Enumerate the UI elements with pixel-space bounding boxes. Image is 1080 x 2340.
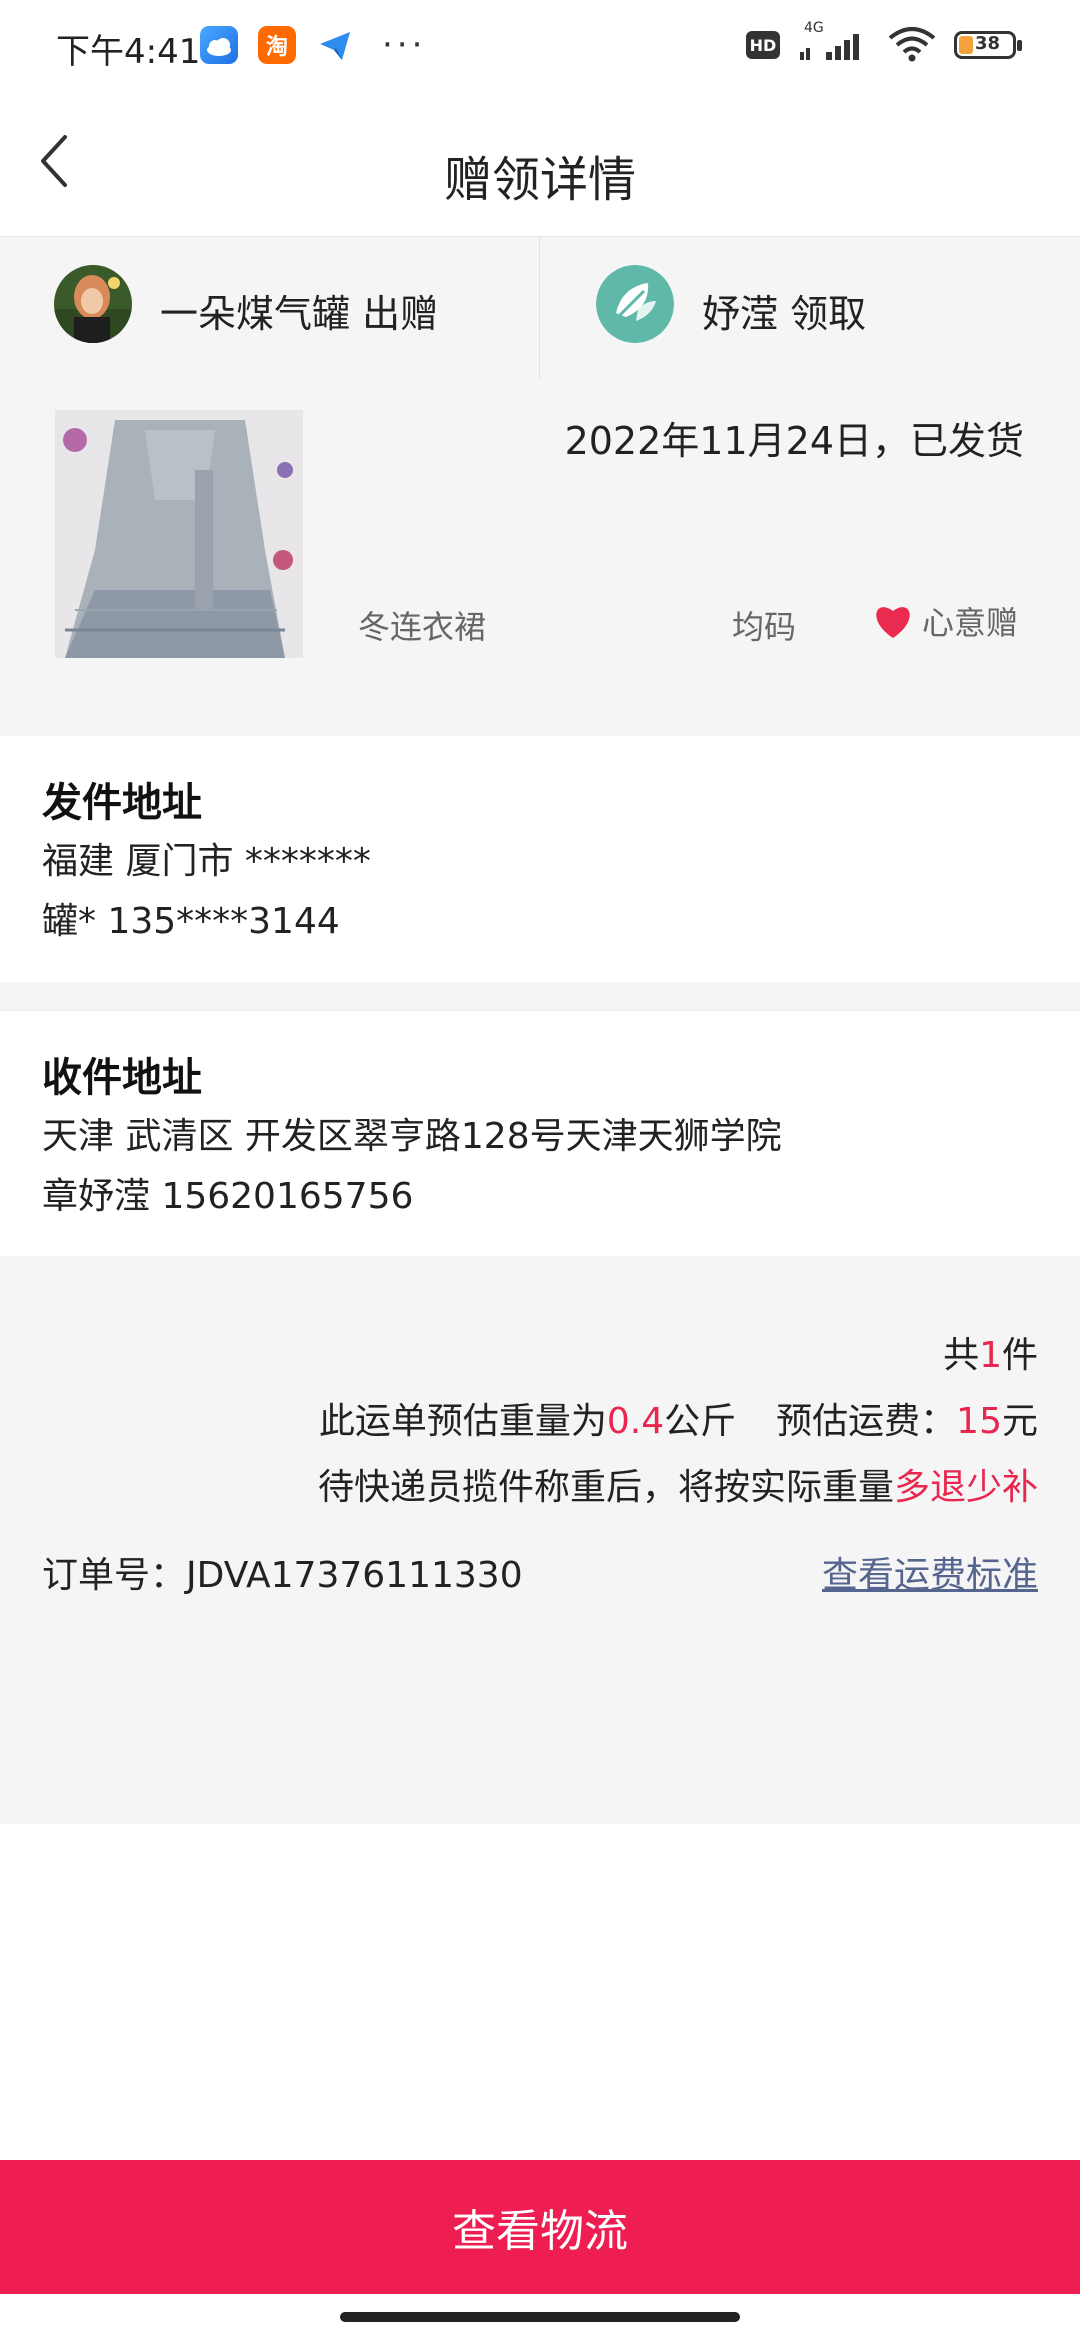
estimated-fee: 15: [956, 1401, 1002, 1442]
item-name: 冬连衣裙: [358, 608, 487, 646]
view-logistics-button[interactable]: 查看物流: [0, 2160, 1080, 2294]
giver-panel[interactable]: 一朵煤气罐 出赠: [0, 237, 540, 381]
send-address-section: 发件地址 福建 厦门市 ******* 罐* 135****3144: [0, 736, 1080, 982]
gift-tag-label: 心意赠: [922, 604, 1019, 642]
home-indicator[interactable]: [340, 2312, 740, 2322]
weight-prefix: 此运单预估重量为: [318, 1401, 607, 1442]
item-panel[interactable]: 2022年11月24日，已发货 冬连衣裙 均码 心意赠: [0, 380, 1080, 736]
parties-row: 一朵煤气罐 出赠 妤滢 领取: [0, 236, 1080, 382]
wifi-icon: [888, 27, 936, 62]
signal-icon: 4G: [796, 20, 870, 64]
receive-address-title: 收件地址: [42, 1055, 202, 1101]
giver-name: 一朵煤气罐 出赠: [160, 292, 439, 336]
more-notifications-icon: ···: [382, 25, 427, 65]
weight-fee-line: 此运单预估重量为0.4公斤 预估运费：15元: [319, 1392, 1038, 1444]
order-number: 订单号：JDVA17376111330: [42, 1555, 523, 1596]
heart-icon: [876, 607, 910, 638]
gift-tag: 心意赠: [872, 598, 1018, 644]
receiver-name: 妤滢 领取: [702, 292, 867, 336]
battery-level: 38: [975, 33, 1001, 54]
item-count-line: 共1件: [943, 1326, 1038, 1378]
paper-plane-app-icon: [316, 26, 354, 64]
item-count: 1: [979, 1335, 1002, 1376]
receiver-panel[interactable]: 妤滢 领取: [540, 237, 1080, 381]
send-address-title: 发件地址: [42, 780, 202, 826]
receive-contact-line: 章妤滢 15620165756: [42, 1176, 414, 1217]
count-suffix: 件: [1001, 1335, 1038, 1376]
send-contact-line: 罐* 135****3144: [42, 901, 340, 942]
weight-unit: 公斤: [664, 1401, 737, 1442]
receiver-avatar[interactable]: [596, 265, 674, 343]
hd-icon: HD: [746, 31, 780, 59]
note-prefix: 待快递员揽件称重后，将按实际重量: [317, 1467, 894, 1508]
fee-unit: 元: [1001, 1401, 1038, 1442]
weight-note-line: 待快递员揽件称重后，将按实际重量多退少补: [318, 1458, 1038, 1510]
count-prefix: 共: [943, 1335, 980, 1376]
network-type-label: 4G: [804, 20, 824, 36]
battery-icon: 38: [954, 31, 1022, 59]
status-app-icons: 淘 ···: [200, 26, 426, 64]
taobao-app-icon: 淘: [258, 26, 296, 64]
giver-avatar[interactable]: [54, 265, 132, 343]
status-time: 下午4:41: [56, 32, 201, 72]
receive-address-section: 收件地址 天津 武清区 开发区翠亨路128号天津天狮学院 章妤滢 1562016…: [0, 1010, 1080, 1257]
estimated-weight: 0.4: [606, 1401, 665, 1442]
item-size: 均码: [732, 608, 797, 646]
header: 赠领详情: [0, 96, 1080, 236]
status-right: HD 4G 38: [746, 20, 1022, 64]
item-photo[interactable]: [55, 410, 303, 658]
ship-status: 2022年11月24日，已发货: [564, 419, 1024, 463]
send-address-line: 福建 厦门市 *******: [42, 841, 371, 882]
fee-standard-link[interactable]: 查看运费标准: [822, 1546, 1038, 1598]
receive-address-line: 天津 武清区 开发区翠亨路128号天津天狮学院: [42, 1116, 782, 1157]
cloud-app-icon: [200, 26, 238, 64]
status-bar: 下午4:41 淘 ··· HD 4G 38: [0, 0, 1080, 96]
page-title: 赠领详情: [443, 152, 636, 208]
shipping-summary: 共1件 此运单预估重量为0.4公斤 预估运费：15元 待快递员揽件称重后，将按实际…: [0, 1256, 1080, 1824]
fee-prefix: 预估运费：: [776, 1401, 957, 1442]
note-highlight: 多退少补: [893, 1467, 1038, 1508]
section-divider: [0, 982, 1080, 1010]
